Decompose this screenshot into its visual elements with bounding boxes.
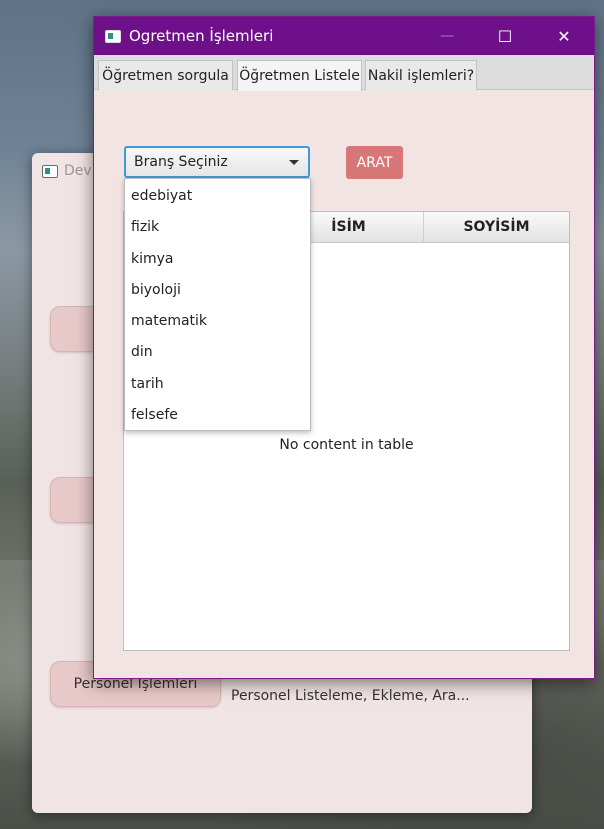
dropdown-option[interactable]: felsefe <box>125 399 310 430</box>
tab-nakil-islemleri[interactable]: Nakil işlemleri? <box>365 60 477 90</box>
minimize-icon: — <box>440 28 454 44</box>
background-window-titlebar: Dev <box>42 161 92 181</box>
combobox-value: Branş Seçiniz <box>134 154 228 170</box>
column-header-soyisim[interactable]: SOYİSİM <box>424 212 569 242</box>
app-icon <box>42 164 58 178</box>
maximize-icon: ☐ <box>497 26 513 46</box>
app-icon <box>105 29 121 43</box>
maximize-button[interactable]: ☐ <box>482 17 528 55</box>
close-icon: ✕ <box>557 26 571 46</box>
arat-button[interactable]: ARAT <box>346 146 403 179</box>
brans-dropdown-list[interactable]: edebiyat fizik kimya biyoloji matematik … <box>124 178 311 431</box>
background-window-title: Dev <box>64 163 92 179</box>
dropdown-option[interactable]: kimya <box>125 243 310 274</box>
dropdown-option[interactable]: matematik <box>125 305 310 336</box>
tab-bar: Öğretmen sorgula Öğretmen Listele Nakil … <box>94 55 594 91</box>
dropdown-option[interactable]: tarih <box>125 368 310 399</box>
minimize-button[interactable]: — <box>424 17 470 55</box>
dropdown-option[interactable]: biyoloji <box>125 274 310 305</box>
empty-table-message: No content in table <box>279 437 414 453</box>
ogretmen-islemleri-window[interactable]: Ogretmen İşlemleri — ☐ ✕ Öğretmen sorgul… <box>93 16 595 679</box>
tab-ogretmen-listele[interactable]: Öğretmen Listele <box>237 60 362 91</box>
tab-ogretmen-sorgula[interactable]: Öğretmen sorgula <box>98 60 233 90</box>
personel-description: Personel Listeleme, Ekleme, Ara... <box>231 688 470 704</box>
dropdown-option[interactable]: din <box>125 336 310 367</box>
window-title: Ogretmen İşlemleri <box>129 27 274 45</box>
brans-combobox[interactable]: Branş Seçiniz <box>124 146 310 178</box>
titlebar[interactable]: Ogretmen İşlemleri — ☐ ✕ <box>94 17 594 55</box>
chevron-down-icon <box>289 160 299 165</box>
close-button[interactable]: ✕ <box>541 17 587 55</box>
dropdown-option[interactable]: edebiyat <box>125 180 310 211</box>
dropdown-option[interactable]: fizik <box>125 211 310 242</box>
